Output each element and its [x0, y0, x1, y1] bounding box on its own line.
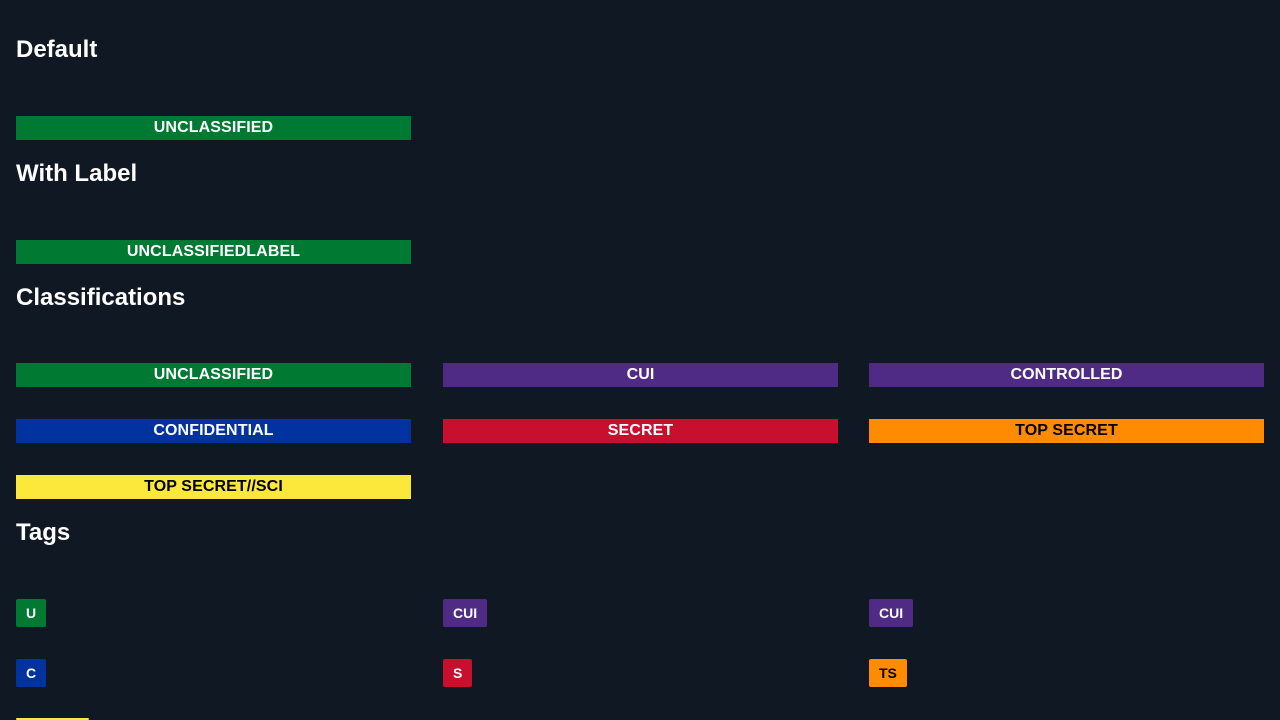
banner-unclassified: UNCLASSIFIED — [16, 363, 411, 387]
tag-confidential: C — [16, 659, 47, 687]
banner-label-text: LABEL — [246, 243, 301, 260]
page: Default UNCLASSIFIED With Label UNCLASSI… — [0, 0, 1280, 720]
tag-secret: S — [443, 659, 473, 687]
banner-cui: CUI — [443, 363, 838, 387]
banner-classification-text: UNCLASSIFIED — [126, 243, 247, 260]
banner-top-secret-sci: TOP SECRET//SCI — [16, 475, 411, 499]
section-title-tags: Tags — [16, 519, 71, 546]
section-title-default: Default — [16, 36, 98, 63]
classification-banner-default: UNCLASSIFIED — [16, 116, 411, 140]
section-title-classifications: Classifications — [16, 284, 186, 311]
section-title-with-label: With Label — [16, 160, 138, 187]
banner-controlled: CONTROLLED — [869, 363, 1264, 387]
tag-unclassified: U — [16, 599, 47, 627]
banner-secret: SECRET — [443, 419, 838, 443]
tag-controlled: CUI — [869, 599, 914, 627]
banner-top-secret: TOP SECRET — [869, 419, 1264, 443]
tag-cui: CUI — [443, 599, 488, 627]
classification-banner-with-label: UNCLASSIFIED LABEL — [16, 240, 411, 264]
banner-confidential: CONFIDENTIAL — [16, 419, 411, 443]
tag-top-secret: TS — [869, 659, 907, 687]
